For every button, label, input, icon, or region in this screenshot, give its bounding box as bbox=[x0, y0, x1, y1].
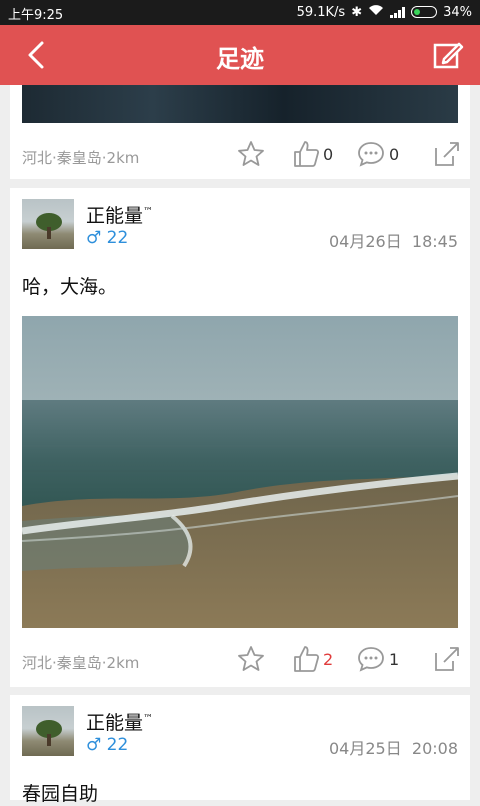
post-time: 20:08 bbox=[411, 739, 458, 758]
share-icon bbox=[435, 647, 459, 671]
like-button[interactable]: 2 bbox=[292, 644, 333, 674]
author-mark: ™ bbox=[143, 713, 154, 725]
page-title: 足迹 bbox=[216, 45, 264, 73]
age: 22 bbox=[106, 228, 129, 248]
comment-count: 1 bbox=[389, 649, 400, 669]
post-datetime: 04月26日 18:45 bbox=[329, 228, 458, 252]
author-mark: ™ bbox=[143, 206, 154, 218]
status-right: 59.1K/s ✱ 34% bbox=[297, 4, 472, 20]
post-date: 04月25日 bbox=[328, 739, 402, 758]
network-speed: 59.1K/s bbox=[296, 4, 346, 20]
post-photo[interactable] bbox=[22, 316, 458, 628]
author-name-text: 正能量 bbox=[86, 712, 144, 734]
post-location: 河北·秦皇岛·2km bbox=[22, 149, 140, 167]
post-card: 河北·秦皇岛·2km 0 0 bbox=[10, 85, 470, 179]
post-text: 哈，大海。 bbox=[22, 276, 118, 298]
post-location: 河北·秦皇岛·2km bbox=[22, 654, 140, 672]
share-button[interactable] bbox=[432, 139, 460, 169]
post-photo[interactable] bbox=[22, 85, 458, 123]
compose-icon[interactable] bbox=[432, 39, 464, 71]
comment-icon bbox=[358, 142, 384, 167]
battery-icon bbox=[411, 6, 438, 18]
post-card: 正能量™ ♂ 22 04月25日 20:08 春园自助 bbox=[10, 695, 470, 805]
post-footer: 河北·秦皇岛·2km 2 1 bbox=[22, 642, 460, 682]
post-time: 18:45 bbox=[411, 232, 458, 251]
status-time: 上午9:25 bbox=[8, 8, 64, 23]
post-card: 正能量™ ♂ 22 04月26日 18:45 哈，大海。 河北·秦皇岛·2km … bbox=[10, 188, 470, 687]
gender-age: ♂ 22 bbox=[86, 228, 128, 248]
avatar[interactable] bbox=[22, 706, 74, 756]
author-name[interactable]: 正能量™ bbox=[86, 201, 153, 228]
like-count: 2 bbox=[323, 649, 334, 669]
like-count: 0 bbox=[323, 144, 334, 164]
status-bar: 上午9:25 59.1K/s ✱ 34% bbox=[0, 0, 480, 25]
thumb-up-icon bbox=[294, 646, 320, 672]
battery-percent: 34% bbox=[443, 4, 472, 20]
author-name-text: 正能量 bbox=[86, 205, 144, 227]
comment-button[interactable]: 1 bbox=[356, 644, 399, 674]
star-icon bbox=[238, 141, 264, 166]
post-date: 04月26日 bbox=[328, 232, 402, 251]
sea-photo bbox=[22, 316, 458, 628]
age: 22 bbox=[106, 735, 129, 755]
bluetooth-icon: ✱ bbox=[351, 4, 363, 20]
avatar[interactable] bbox=[22, 199, 74, 249]
post-datetime: 04月25日 20:08 bbox=[329, 735, 458, 759]
favorite-button[interactable] bbox=[236, 139, 266, 169]
post-footer: 河北·秦皇岛·2km 0 0 bbox=[22, 137, 460, 177]
app-header: 足迹 bbox=[0, 25, 480, 85]
author-name[interactable]: 正能量™ bbox=[86, 708, 153, 735]
wifi-icon bbox=[368, 4, 384, 20]
like-button[interactable]: 0 bbox=[292, 139, 333, 169]
comment-icon bbox=[358, 647, 384, 672]
male-icon: ♂ bbox=[86, 228, 102, 248]
post-text: 春园自助 bbox=[22, 783, 99, 805]
star-icon bbox=[238, 646, 264, 671]
comment-count: 0 bbox=[389, 144, 400, 164]
share-icon bbox=[435, 142, 459, 166]
favorite-button[interactable] bbox=[236, 644, 266, 674]
gender-age: ♂ 22 bbox=[86, 735, 128, 755]
signal-icon bbox=[390, 6, 406, 18]
male-icon: ♂ bbox=[86, 735, 102, 755]
thumb-up-icon bbox=[294, 141, 320, 167]
share-button[interactable] bbox=[432, 644, 460, 674]
comment-button[interactable]: 0 bbox=[356, 139, 399, 169]
